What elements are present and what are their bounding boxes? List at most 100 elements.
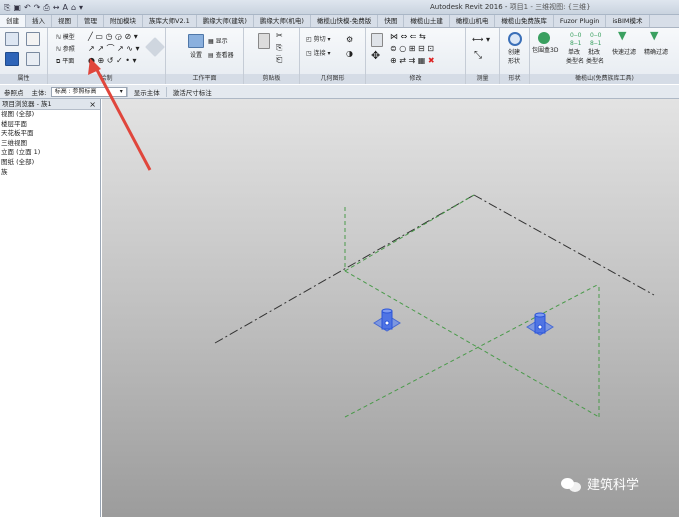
quick-filter-button[interactable]: 快速过滤 <box>612 49 636 57</box>
plane-button[interactable]: ⧉ 平面 <box>56 58 74 66</box>
browser-tree-item[interactable]: 楼层平面 <box>0 120 100 130</box>
tab-4[interactable]: 附加模块 <box>104 15 143 27</box>
open-icon[interactable]: ⎘ <box>4 1 10 14</box>
batch-change-button[interactable]: 批改 <box>588 49 600 57</box>
bbox3d-icon[interactable] <box>538 32 550 44</box>
type-properties-icon[interactable] <box>26 52 40 66</box>
family-category-icon[interactable] <box>5 52 19 66</box>
project-browser-header: 项目浏览器 - 族1 × <box>0 99 100 110</box>
measure-icon-ribbon[interactable]: ⟷ ▾ <box>472 36 490 44</box>
host-select-value: 标高 : 参照标高 <box>54 87 97 95</box>
precise-filter-button[interactable]: 精确过滤 <box>644 49 668 57</box>
tab-6[interactable]: 鹏缘大师(建筑) <box>197 15 254 27</box>
browser-tree-item[interactable]: 视图 (全部) <box>0 110 100 120</box>
panel-modify: ✥ ⋈ ⇔ ⇐ ⇆ ⊜ ○ ⊞ ⊟ ⊡ ⊕ ⇄ ⇉ ▦ ✖ 修改 <box>366 28 466 84</box>
viewer-button[interactable]: ▤ 查看器 <box>208 52 234 60</box>
set-button[interactable]: 设置 <box>190 52 202 60</box>
draw-shapes-row1[interactable]: ╱ ▭ ◷ ◶ ⊘ ▾ <box>88 33 138 41</box>
options-bar-label: 参照点 <box>4 88 24 97</box>
watermark-text: 建筑科学 <box>587 478 640 493</box>
tab-5[interactable]: 族库大师V2.1 <box>143 15 197 27</box>
close-icon[interactable]: × <box>89 99 96 110</box>
workplane-cube-icon[interactable] <box>145 37 165 57</box>
move-icon[interactable]: ✥ <box>371 50 380 61</box>
browser-tree-item[interactable]: 族 <box>0 168 100 178</box>
modify-row2[interactable]: ⊜ ○ ⊞ ⊟ ⊡ <box>390 45 434 53</box>
cut-geometry-button[interactable]: ◰ 剪切 ▾ <box>306 36 331 44</box>
show-host-toggle[interactable]: 显示主体 <box>126 86 166 97</box>
host-select[interactable]: 标高 : 参照标高 ▾ <box>50 86 127 97</box>
quick-access-toolbar: ⎘ ▣ ↶ ↷ ⎙ ↔ A ⌂ ▾ <box>0 1 83 14</box>
reference-point-1[interactable] <box>373 308 401 332</box>
title-bar: ⎘ ▣ ↶ ↷ ⎙ ↔ A ⌂ ▾ Autodesk Revit 2016 - … <box>0 0 679 15</box>
temp-dimension-toggle[interactable]: 激活尺寸标注 <box>165 86 218 97</box>
undo-icon[interactable]: ↶ <box>24 1 31 14</box>
tab-9[interactable]: 快图 <box>378 15 405 27</box>
viewport-svg <box>214 194 655 418</box>
measure-icon[interactable]: ↔ <box>53 1 60 14</box>
browser-tree-item[interactable]: 立面 (立面 1) <box>0 148 100 158</box>
tab-0[interactable]: 创建 <box>0 15 26 27</box>
ref-plane-button[interactable]: ℕ 参照 <box>56 46 75 54</box>
create-form-button[interactable]: 创建 <box>508 49 520 57</box>
precise-filter-icon[interactable]: ▼ <box>650 30 658 41</box>
save-icon[interactable]: ▣ <box>13 1 21 14</box>
copy-icon[interactable]: ⎘ <box>276 44 282 52</box>
show-button[interactable]: ▦ 显示 <box>208 38 228 46</box>
paint-icon[interactable]: ◑ <box>346 50 353 58</box>
single-change-button[interactable]: 单改 <box>568 49 580 57</box>
tab-13[interactable]: Fuzor Plugin <box>554 15 607 27</box>
set-workplane-icon[interactable] <box>188 34 204 48</box>
panel-measure: ⟷ ▾ ⤡ 测量 <box>466 28 500 84</box>
panel-label-measure: 测量 <box>466 74 499 84</box>
tab-10[interactable]: 橄榄山土建 <box>404 15 450 27</box>
cut-icon[interactable]: ✂ <box>276 32 283 40</box>
modify-row3[interactable]: ⊕ ⇄ ⇉ ▦ ✖ <box>390 57 435 65</box>
draw-shapes-row2[interactable]: ↗ ↗ ⌒ ↗ ∿ ▾ <box>88 45 140 53</box>
panel-draw: ℕ 模型 ℕ 参照 ⧉ 平面 ╱ ▭ ◷ ◶ ⊘ ▾ ↗ ↗ ⌒ ↗ ∿ ▾ ●… <box>48 28 166 84</box>
tab-2[interactable]: 视图 <box>52 15 78 27</box>
align-icon[interactable] <box>371 33 383 47</box>
tab-3[interactable]: 管理 <box>78 15 104 27</box>
panel-label-form: 形状 <box>500 74 529 84</box>
redo-icon[interactable]: ↷ <box>34 1 41 14</box>
bbox3d-button[interactable]: 包围盒3D <box>532 47 558 55</box>
tab-7[interactable]: 鹏缘大师(机电) <box>254 15 311 27</box>
panel-label-workplane: 工作平面 <box>166 74 243 84</box>
ref-line-right <box>473 194 655 296</box>
project-browser: 项目浏览器 - 族1 × 视图 (全部) 楼层平面 天花板平面 三维视图 立面 (立面 … <box>0 99 101 517</box>
reference-point-2[interactable] <box>526 312 554 336</box>
3d-view-icon[interactable]: ⌂ <box>71 1 76 14</box>
text-icon[interactable]: A <box>62 1 67 14</box>
browser-tree-item[interactable]: 天花板平面 <box>0 129 100 139</box>
dropdown-icon[interactable]: ▾ <box>79 1 83 14</box>
project-browser-title: 项目浏览器 - 族1 <box>2 100 52 108</box>
tab-11[interactable]: 橄榄山机电 <box>450 15 496 27</box>
properties-icon[interactable] <box>5 32 19 46</box>
geometry-tool-icon[interactable]: ⚙ <box>346 36 353 44</box>
model-line-button[interactable]: ℕ 模型 <box>56 34 75 42</box>
quick-filter-icon[interactable]: ▼ <box>618 30 626 41</box>
browser-tree-item[interactable]: 三维视图 <box>0 139 100 149</box>
single-change-icon[interactable]: 0‒0 8‒1 <box>570 32 581 48</box>
drawing-canvas[interactable]: 建筑科学 <box>102 99 679 517</box>
family-types-icon[interactable] <box>26 32 40 46</box>
paste-icon[interactable] <box>258 33 270 49</box>
tab-8[interactable]: 橄榄山快模-免费版 <box>311 15 379 27</box>
modify-row1[interactable]: ⋈ ⇔ ⇐ ⇆ <box>390 33 426 41</box>
tab-14[interactable]: isBIM模术 <box>606 15 650 27</box>
panel-label-modify: 修改 <box>366 74 465 84</box>
dimension-icon[interactable]: ⤡ <box>474 51 482 61</box>
panel-label-properties: 属性 <box>0 74 47 84</box>
green-line-2 <box>344 270 600 418</box>
batch-change-icon[interactable]: 0‒0 8‒1 <box>590 32 601 48</box>
tab-1[interactable]: 插入 <box>26 15 52 27</box>
options-bar: 参照点 主体: 标高 : 参照标高 ▾ 显示主体 激活尺寸标注 <box>0 85 679 99</box>
browser-tree-item[interactable]: 图纸 (全部) <box>0 158 100 168</box>
create-form-icon[interactable] <box>508 32 522 46</box>
print-icon[interactable]: ⎙ <box>43 1 49 14</box>
draw-shapes-row3[interactable]: ● ⊕ ↺ ✓ • ▾ <box>88 57 137 65</box>
join-geometry-button[interactable]: ◳ 连接 ▾ <box>306 50 331 58</box>
match-icon[interactable]: ⎗ <box>276 56 282 64</box>
tab-12[interactable]: 橄榄山免费族库 <box>495 15 554 27</box>
